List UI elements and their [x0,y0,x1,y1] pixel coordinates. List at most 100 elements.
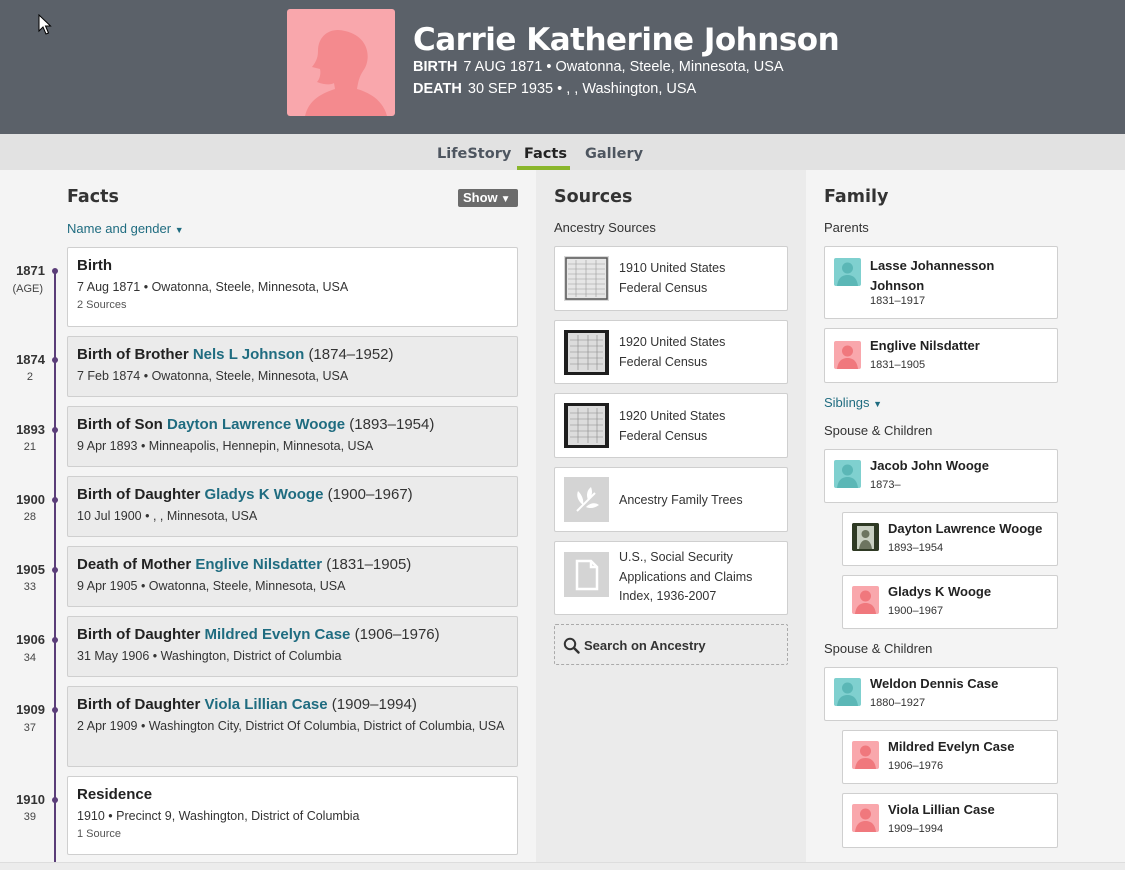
life-years: 1909–1994 [888,823,944,835]
male-avatar-icon [834,460,861,488]
show-dropdown-button[interactable]: Show ▼ [458,189,518,207]
source-title: 1910 United States Federal Census [619,261,726,295]
life-years: (1900–1967) [327,486,413,503]
person-link[interactable]: Mildred Evelyn Case [205,626,351,643]
female-avatar-icon [852,741,879,769]
death-value: 30 SEP 1935 • , , Washington, USA [467,81,697,97]
fact-detail: 9 Apr 1893 • Minneapolis, Hennepin, Minn… [77,439,374,453]
census-document-thumb [564,330,609,375]
fact-title: Birth of Daughter [77,626,201,643]
fact-detail: 7 Feb 1874 • Owatonna, Steele, Minnesota… [77,369,349,383]
person-name: Weldon Dennis Case [870,676,999,691]
parents-label: Parents [824,220,869,235]
parent-card-father[interactable]: Lasse Johannesson Johnson 1831–1917 [824,246,1058,319]
birth-label: BIRTH [413,59,458,75]
fact-card-mother-death[interactable]: Death of Mother Englive Nilsdatter (1831… [67,546,518,607]
source-card[interactable]: 1920 United States Federal Census [554,393,788,458]
birth-value: 7 AUG 1871 • Owatonna, Steele, Minnesota… [463,59,784,75]
fact-title: Birth [77,257,112,274]
siblings-label: Siblings [824,395,870,410]
fact-card-birth[interactable]: Birth 7 Aug 1871 • Owatonna, Steele, Min… [67,247,518,327]
person-link[interactable]: Nels L Johnson [193,346,304,363]
timeline-dot [52,637,58,643]
name-and-gender-toggle[interactable]: Name and gender ▼ [67,221,184,236]
timeline-year: 1900 [16,492,45,507]
search-on-ancestry-label: Search on Ancestry [584,638,706,653]
timeline-age: 28 [23,511,36,523]
ancestry-sources-label: Ancestry Sources [554,220,656,235]
timeline-year: 1906 [16,632,45,647]
fact-sources-count[interactable]: 1 Source [77,828,508,840]
person-link[interactable]: Dayton Lawrence Wooge [167,416,345,433]
life-years: 1893–1954 [888,542,944,554]
birth-line: BIRTH 7 AUG 1871 • Owatonna, Steele, Minn… [413,59,784,75]
source-card[interactable]: 1910 United States Federal Census [554,246,788,311]
facts-title: Facts [67,187,119,207]
fact-detail: 2 Apr 1909 • Washington City, District O… [77,719,505,733]
fact-title: Birth of Brother [77,346,189,363]
person-name: Carrie Katherine Johnson [413,22,840,58]
chevron-down-icon: ▼ [500,194,511,205]
census-document-thumb [564,256,609,301]
fact-card-daughter-birth[interactable]: Birth of Daughter Viola Lillian Case (19… [67,686,518,767]
search-on-ancestry-button[interactable]: Search on Ancestry [554,624,788,665]
tab-gallery[interactable]: Gallery [585,146,643,162]
fact-sources-count[interactable]: 2 Sources [77,299,508,311]
page-footer-edge [0,862,1125,870]
fact-card-daughter-birth[interactable]: Birth of Daughter Mildred Evelyn Case (1… [67,616,518,677]
portrait-avatar[interactable] [287,9,395,116]
source-card[interactable]: 1920 United States Federal Census [554,320,788,384]
fact-detail: 31 May 1906 • Washington, District of Co… [77,649,342,663]
life-years: (1874–1952) [308,346,394,363]
timeline-year: 1874 [16,352,45,367]
fact-card-residence[interactable]: Residence 1910 • Precinct 9, Washington,… [67,776,518,855]
spouse-card[interactable]: Jacob John Wooge 1873– [824,449,1058,503]
timeline-year: 1909 [16,702,45,717]
person-name: Dayton Lawrence Wooge [888,521,1043,536]
source-title: 1920 United States Federal Census [619,335,726,369]
fact-title: Death of Mother [77,556,192,573]
name-gender-label: Name and gender [67,221,172,236]
timeline-dot [52,427,58,433]
fact-title: Birth of Son [77,416,163,433]
timeline-dot [52,497,58,503]
life-years: 1873– [870,479,901,491]
fact-card-son-birth[interactable]: Birth of Son Dayton Lawrence Wooge (1893… [67,406,518,467]
mouse-cursor-icon [38,14,52,35]
spouse-children-label: Spouse & Children [824,423,933,438]
chevron-down-icon: ▼ [174,225,184,235]
timeline-dot [52,357,58,363]
fact-card-daughter-birth[interactable]: Birth of Daughter Gladys K Wooge (1900–1… [67,476,518,537]
timeline-dot [52,707,58,713]
fact-detail: 7 Aug 1871 • Owatonna, Steele, Minnesota… [77,280,349,294]
source-card[interactable]: U.S., Social Security Applications and Cl… [554,541,788,615]
timeline-age: 2 [26,371,33,383]
siblings-toggle[interactable]: Siblings ▼ [824,395,882,410]
timeline-age: 39 [23,811,36,823]
person-link[interactable]: Gladys K Wooge [205,486,324,503]
child-card[interactable]: Viola Lillian Case 1909–1994 [842,793,1058,848]
source-title: U.S., Social Security Applications and Cl… [619,550,753,603]
parent-card-mother[interactable]: Englive Nilsdatter 1831–1905 [824,328,1058,383]
life-years: (1909–1994) [331,696,417,713]
chevron-down-icon: ▼ [873,399,883,409]
tab-facts[interactable]: Facts [524,146,567,162]
person-name: Jacob John Wooge [870,458,989,473]
timeline-age: (AGE) [12,283,43,295]
life-years: 1880–1927 [870,697,926,709]
person-name: Mildred Evelyn Case [888,739,1015,754]
death-line: DEATH 30 SEP 1935 • , , Washington, USA [413,81,696,97]
child-card[interactable]: Dayton Lawrence Wooge 1893–1954 [842,512,1058,566]
timeline-dot [52,567,58,573]
person-link[interactable]: Viola Lillian Case [205,696,328,713]
spouse-card[interactable]: Weldon Dennis Case 1880–1927 [824,667,1058,721]
person-link[interactable]: Englive Nilsdatter [195,556,322,573]
tab-lifestory[interactable]: LifeStory [437,146,511,162]
fact-card-brother-birth[interactable]: Birth of Brother Nels L Johnson (1874–19… [67,336,518,397]
child-card[interactable]: Gladys K Wooge 1900–1967 [842,575,1058,629]
source-card[interactable]: Ancestry Family Trees [554,467,788,532]
female-silhouette-icon [305,29,387,116]
census-document-thumb [564,403,609,448]
child-card[interactable]: Mildred Evelyn Case 1906–1976 [842,730,1058,784]
timeline-year: 1893 [16,422,45,437]
